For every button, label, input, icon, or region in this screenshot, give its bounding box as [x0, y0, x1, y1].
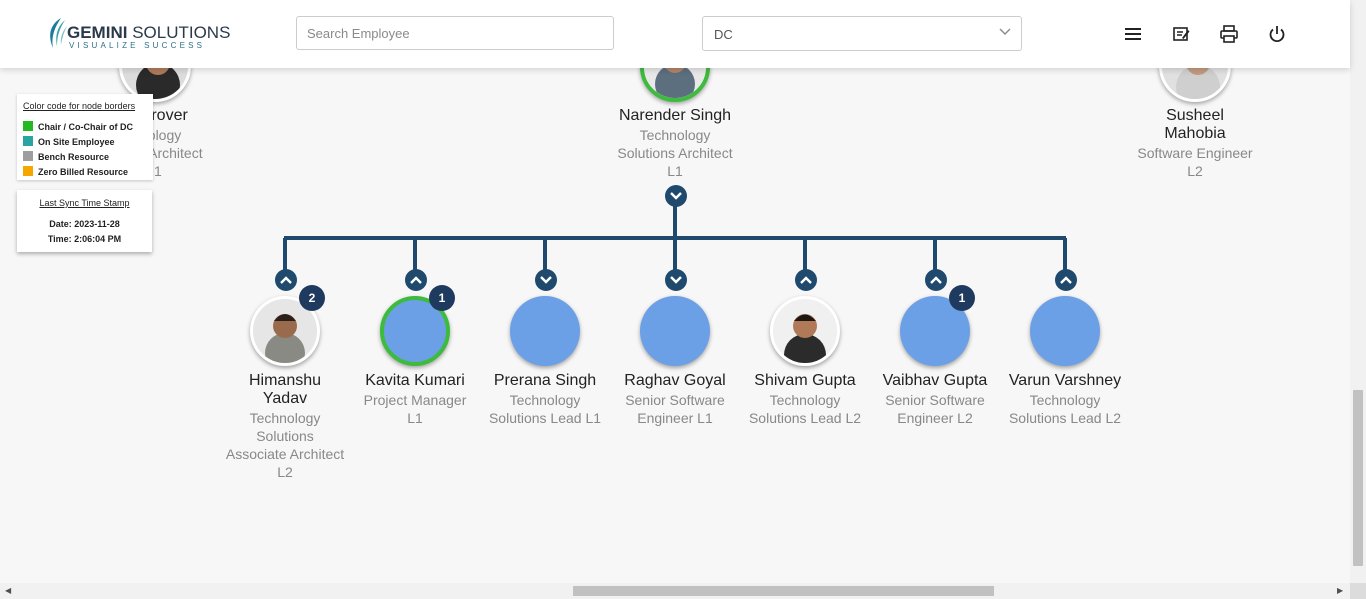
logo-text: GEMINI SOLUTIONS — [67, 23, 231, 42]
expand-toggle[interactable] — [275, 269, 297, 291]
avatar[interactable] — [770, 296, 840, 366]
avatar[interactable] — [640, 296, 710, 366]
person-photo-icon — [773, 299, 837, 363]
node-title: Senior Software — [885, 392, 985, 408]
legend-item: On Site Employee — [23, 136, 115, 147]
chevron-down-icon — [999, 28, 1011, 35]
legend-title: Color code for node borders — [23, 101, 136, 111]
node-name: Kavita Kumari — [365, 372, 465, 389]
menu-icon[interactable] — [1123, 24, 1143, 44]
department-selected-value: DC — [714, 27, 733, 42]
collapse-toggle[interactable] — [665, 185, 687, 207]
vertical-scroll-thumb[interactable] — [1353, 390, 1363, 566]
node-level: L2 — [277, 464, 293, 480]
report-count-badge: 1 — [949, 285, 975, 311]
sync-title: Last Sync Time Stamp — [39, 198, 130, 208]
node-name: Himanshu — [248, 372, 322, 389]
search-employee-input[interactable] — [296, 16, 614, 50]
chevron-down-icon — [540, 276, 552, 284]
report-count-badge: 1 — [429, 285, 455, 311]
legend-item: Chair / Co-Chair of DC — [23, 121, 133, 132]
chevron-down-icon — [670, 276, 682, 284]
node-title: Senior Software — [625, 392, 725, 408]
expand-toggle[interactable] — [405, 269, 427, 291]
chevron-up-icon — [280, 276, 292, 284]
chevron-up-icon — [930, 276, 942, 284]
chevron-down-icon — [670, 192, 682, 200]
expand-toggle[interactable] — [535, 269, 557, 291]
scroll-right-icon[interactable]: ▶ — [1337, 586, 1343, 595]
app-header: GEMINI SOLUTIONS VISUALIZE SUCCESS DC — [0, 0, 1350, 68]
avatar[interactable] — [510, 296, 580, 366]
node-title: Solutions — [256, 428, 314, 444]
node-title: Technology — [769, 392, 841, 408]
node-title: Solutions Lead L2 — [1008, 410, 1122, 426]
expand-toggle[interactable] — [665, 269, 687, 291]
sync-time: Time: 2:06:04 PM — [47, 234, 122, 244]
node-title: Technology — [249, 410, 321, 426]
avatar[interactable] — [1030, 296, 1100, 366]
chevron-up-icon — [800, 276, 812, 284]
legend-item: Zero Billed Resource — [23, 166, 128, 177]
node-title: Engineer L1 — [637, 410, 713, 426]
node-level: L1 — [407, 410, 423, 426]
scrollbar-corner — [1350, 583, 1366, 599]
report-icon[interactable] — [1171, 24, 1191, 44]
node-title: Engineer L2 — [897, 410, 973, 426]
print-icon[interactable] — [1219, 24, 1239, 44]
node-title: Solutions Lead L1 — [488, 410, 602, 426]
node-title: Technology — [1029, 392, 1101, 408]
node-name: Yadav — [262, 390, 308, 407]
company-logo[interactable]: GEMINI SOLUTIONS VISUALIZE SUCCESS — [47, 18, 230, 52]
node-title: Technology — [509, 392, 581, 408]
expand-toggle[interactable] — [1055, 269, 1077, 291]
node-name: Shivam Gupta — [754, 372, 856, 389]
logo-tagline: VISUALIZE SUCCESS — [69, 41, 206, 50]
chevron-up-icon — [410, 276, 422, 284]
last-sync-panel: Last Sync Time Stamp Date: 2023-11-28 Ti… — [17, 190, 152, 252]
green-swatch-icon — [23, 121, 33, 131]
border-color-legend: Color code for node borders Chair / Co-C… — [17, 94, 153, 180]
node-title: Solutions Lead L2 — [748, 410, 862, 426]
node-title: Project Manager — [363, 392, 467, 408]
leaf-logo-icon — [50, 18, 67, 48]
expand-toggle[interactable] — [925, 269, 947, 291]
chevron-up-icon — [1060, 276, 1072, 284]
legend-item: Bench Resource — [23, 151, 109, 162]
power-icon[interactable] — [1267, 24, 1287, 44]
node-name: Raghav Goyal — [624, 372, 726, 389]
node-name: Varun Varshney — [1008, 372, 1122, 389]
orange-swatch-icon — [23, 166, 33, 176]
horizontal-scrollbar[interactable]: ◀ ▶ — [0, 583, 1350, 599]
department-select[interactable]: DC — [702, 16, 1022, 51]
report-count-badge: 2 — [299, 285, 325, 311]
horizontal-scroll-thumb[interactable] — [573, 586, 994, 596]
gray-swatch-icon — [23, 151, 33, 161]
node-name: Prerana Singh — [493, 372, 597, 389]
teal-swatch-icon — [23, 136, 33, 146]
node-name: Vaibhav Gupta — [882, 372, 988, 389]
node-title: Associate Architect — [225, 446, 345, 462]
sync-date: Date: 2023-11-28 — [49, 219, 120, 229]
scroll-left-icon[interactable]: ◀ — [5, 586, 11, 595]
vertical-scrollbar[interactable] — [1350, 0, 1366, 583]
expand-toggle[interactable] — [795, 269, 817, 291]
